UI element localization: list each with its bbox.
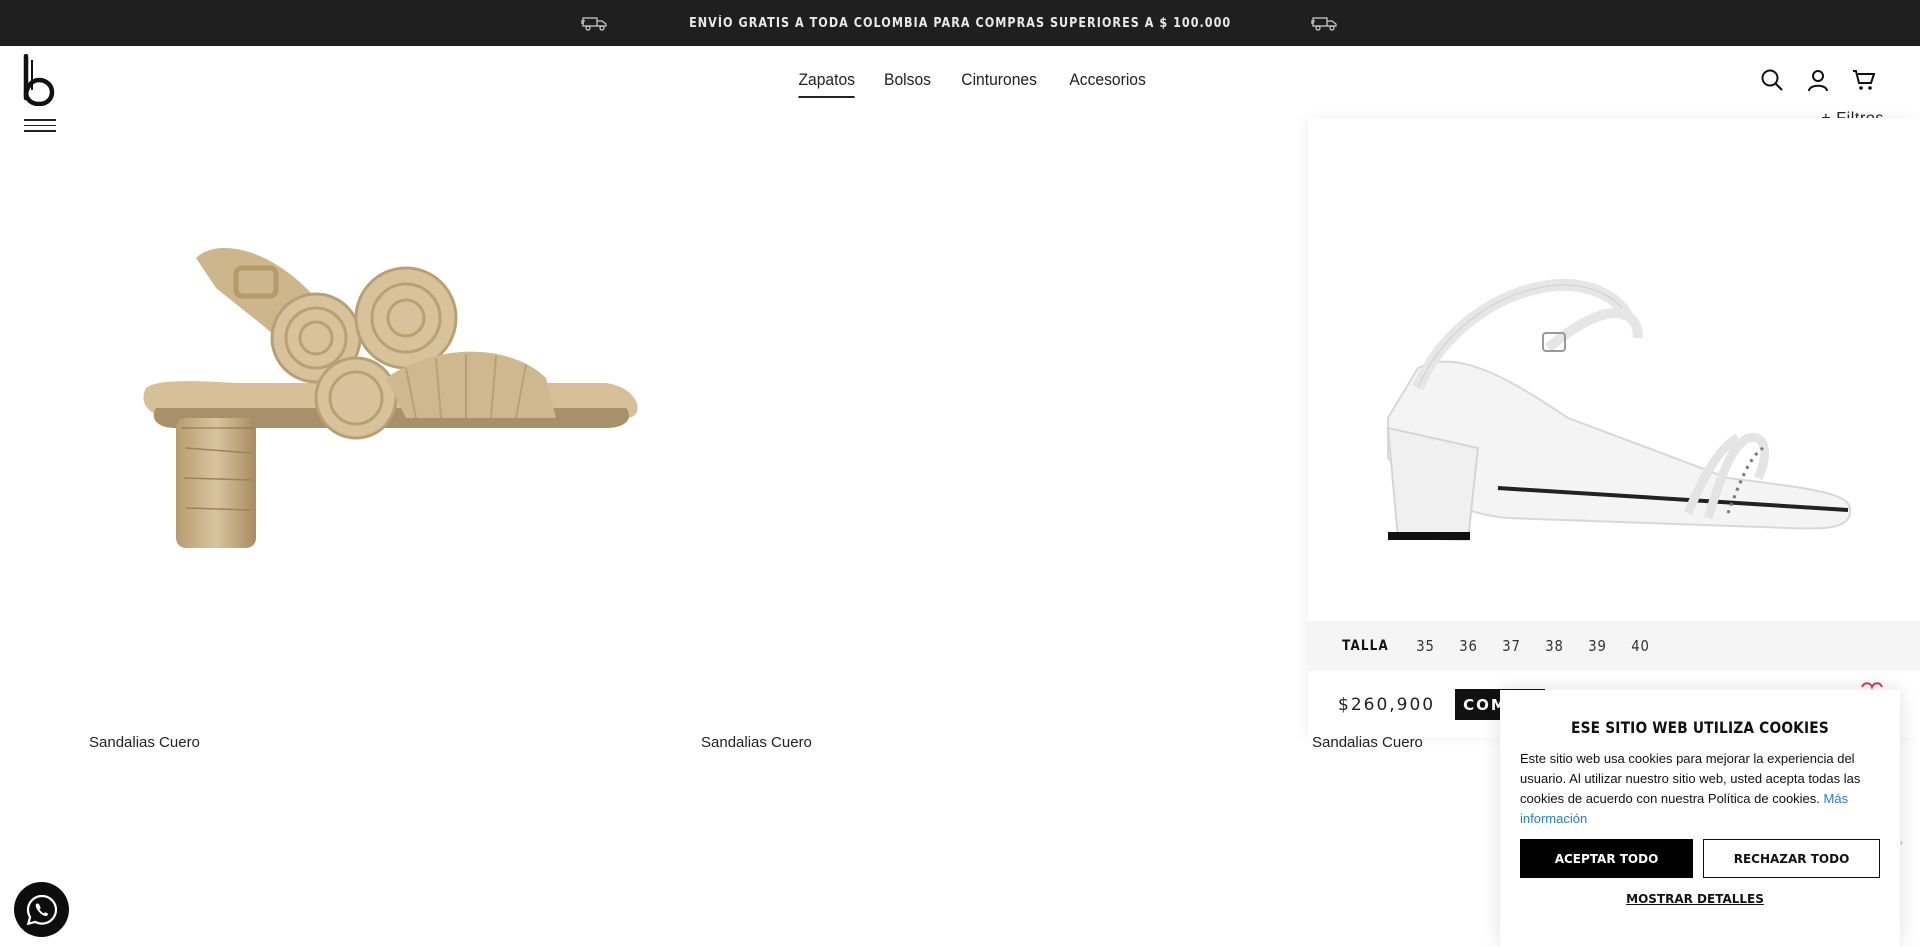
product-name[interactable]: Sandalias Cuero [701, 734, 812, 751]
cookie-actions: ACEPTAR TODO RECHAZAR TODO [1520, 839, 1880, 878]
product-name[interactable]: Sandalias Cuero [89, 734, 200, 751]
cookie-dialog: ESE SITIO WEB UTILIZA COOKIES Este sitio… [1500, 690, 1900, 947]
product-name[interactable]: Sandalias Cuero [1312, 734, 1423, 751]
whatsapp-icon [26, 894, 57, 925]
nav-item-bolsos[interactable]: Bolsos [884, 70, 931, 98]
product-image[interactable] [698, 118, 1310, 720]
show-details-link[interactable]: MOSTRAR DETALLES [1520, 892, 1880, 906]
cookie-description: Este sitio web usa cookies para mejorar … [1520, 751, 1861, 806]
truck-icon [580, 17, 607, 31]
size-label: TALLA [1342, 638, 1389, 654]
product-image[interactable]: TALLA 35 36 37 38 39 40 $260,900 COMPRAR [1308, 118, 1920, 738]
product-card[interactable]: Sandalias Cuero [86, 118, 698, 751]
size-selector: TALLA 35 36 37 38 39 40 [1308, 621, 1920, 671]
size-option[interactable]: 38 [1546, 637, 1565, 655]
product-image[interactable] [86, 118, 698, 720]
size-option[interactable]: 40 [1632, 637, 1651, 655]
product-price: $260,900 [1338, 694, 1436, 715]
nav-item-cinturones[interactable]: Cinturones [962, 70, 1038, 98]
whatsapp-button[interactable] [14, 882, 69, 937]
size-option[interactable]: 36 [1459, 637, 1478, 655]
edge-fragment: › [1900, 838, 1903, 847]
site-header: Zapatos Bolsos Cinturones Accesorios [0, 46, 1920, 132]
search-icon[interactable] [1760, 68, 1784, 92]
user-icon[interactable] [1806, 68, 1830, 92]
nav-item-accesorios[interactable]: Accesorios [1069, 70, 1145, 98]
nav-item-zapatos[interactable]: Zapatos [798, 70, 855, 98]
truck-icon [1311, 17, 1337, 31]
size-option[interactable]: 37 [1502, 637, 1521, 655]
sandal-beige-image [143, 248, 638, 548]
promo-text: ENVÍO GRATIS A TODA COLOMBIA PARA COMPRA… [688, 15, 1232, 31]
size-option[interactable]: 39 [1589, 637, 1608, 655]
product-card[interactable]: Sandalias Cuero [698, 118, 1310, 751]
accept-all-button[interactable]: ACEPTAR TODO [1520, 839, 1693, 878]
main-nav: Zapatos Bolsos Cinturones Accesorios [796, 70, 1149, 98]
hamburger-menu-icon[interactable] [24, 119, 56, 133]
promo-bar: ENVÍO GRATIS A TODA COLOMBIA PARA COMPRA… [0, 0, 1920, 46]
cookie-title: ESE SITIO WEB UTILIZA COOKIES [1571, 718, 1829, 737]
sandal-white-image [1386, 278, 1852, 542]
cookie-text: Este sitio web usa cookies para mejorar … [1520, 749, 1880, 829]
header-actions [1760, 68, 1876, 92]
reject-all-button[interactable]: RECHAZAR TODO [1703, 839, 1880, 878]
size-option[interactable]: 35 [1416, 637, 1435, 655]
product-card[interactable]: TALLA 35 36 37 38 39 40 $260,900 COMPRAR… [1308, 118, 1920, 751]
cart-icon[interactable] [1852, 68, 1876, 92]
brand-logo[interactable] [22, 54, 56, 106]
